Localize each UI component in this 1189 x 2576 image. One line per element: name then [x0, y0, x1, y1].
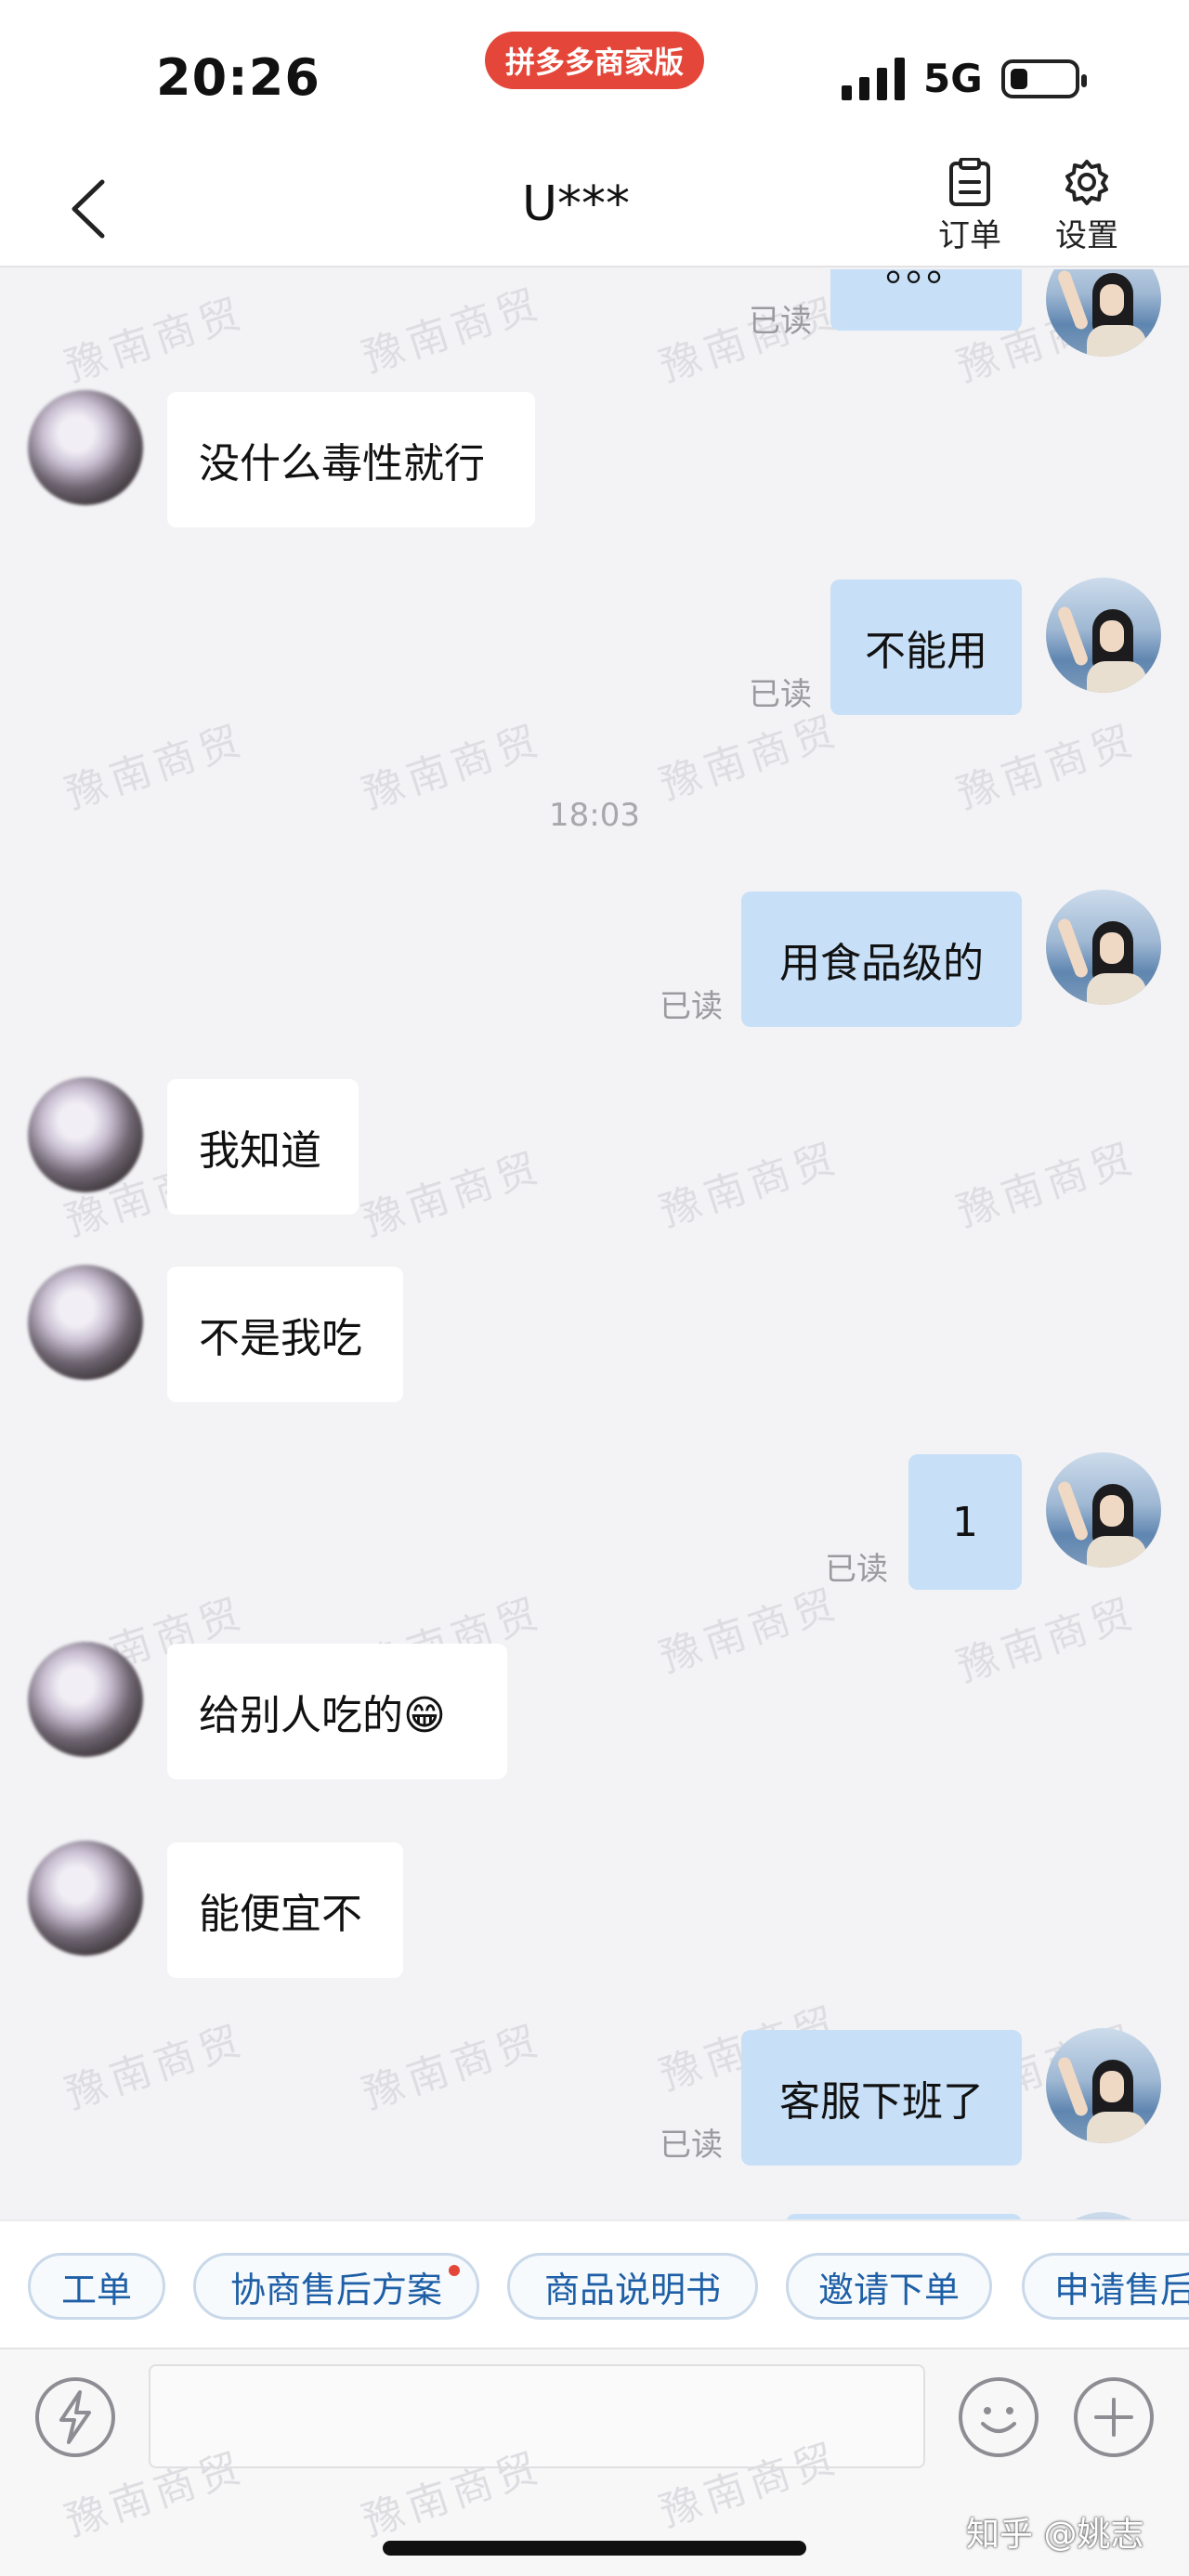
message-bubble-incoming[interactable]: 我知道	[167, 1079, 359, 1215]
chip-label: 商品说明书	[543, 2269, 721, 2310]
smiley-icon	[981, 2407, 1016, 2433]
message-bubble-outgoing[interactable]: 用食品级的	[741, 891, 1022, 1027]
message-bubble-incoming[interactable]: 不是我吃	[167, 1267, 403, 1402]
read-receipt: 已读	[660, 988, 723, 1025]
chat-screen: 20:26 拼多多商家版 5G U*** 订单 设置 豫南商贸 豫南商贸 豫南商…	[0, 0, 1189, 2576]
emoji-button[interactable]	[959, 2377, 1039, 2457]
time-divider: 18:03	[549, 797, 640, 834]
read-receipt: 已读	[660, 2127, 723, 2164]
chip-apply-aftersale[interactable]: 申请售后	[1022, 2253, 1189, 2320]
customer-avatar[interactable]	[28, 1642, 143, 1757]
chip-negotiate-aftersale[interactable]: 协商售后方案	[193, 2253, 479, 2320]
order-button[interactable]: 订单	[925, 158, 1014, 255]
watermark: 豫南商贸	[654, 1134, 846, 1237]
seller-avatar[interactable]	[1046, 2028, 1161, 2143]
watermark: 豫南商贸	[357, 2016, 549, 2119]
shortcut-bar: 工单 协商售后方案 商品说明书 邀请下单 申请售后	[0, 2219, 1189, 2348]
chip-label: 协商售后方案	[229, 2269, 442, 2310]
message-list[interactable]: 豫南商贸 豫南商贸 豫南商贸 豫南商贸 豫南商贸 豫南商贸 豫南商贸 豫南商贸 …	[0, 269, 1189, 2219]
order-label: 订单	[938, 217, 1001, 254]
message-bubble-outgoing[interactable]: 1	[908, 1454, 1022, 1590]
chip-product-manual[interactable]: 商品说明书	[507, 2253, 758, 2320]
order-icon	[949, 158, 990, 206]
chip-invite-order[interactable]: 邀请下单	[786, 2253, 992, 2320]
network-label: 5G	[923, 56, 983, 101]
app-badge: 拼多多商家版	[485, 32, 704, 89]
read-receipt: 已读	[825, 1551, 888, 1588]
watermark: 豫南商贸	[357, 1143, 549, 1246]
watermark: 豫南商贸	[654, 1580, 846, 1683]
chip-label: 申请售后	[1054, 2269, 1189, 2310]
message-bubble-incoming[interactable]: 能便宜不	[167, 1842, 403, 1978]
watermark: 豫南商贸	[951, 1134, 1143, 1237]
customer-avatar[interactable]	[28, 1841, 143, 1956]
top-bar: 20:26 拼多多商家版 5G U*** 订单 设置	[0, 0, 1189, 267]
message-bubble-incoming[interactable]: 给别人吃的😁	[167, 1644, 507, 1779]
lightning-icon	[59, 2390, 91, 2444]
signal-icon	[842, 58, 905, 100]
watermark: 豫南商贸	[357, 280, 549, 383]
read-receipt: 已读	[749, 676, 812, 713]
customer-avatar[interactable]	[28, 390, 143, 505]
chip-work-order[interactable]: 工单	[28, 2253, 165, 2320]
plus-icon	[1094, 2398, 1133, 2437]
more-options-button[interactable]	[1074, 2377, 1154, 2457]
seller-avatar[interactable]	[1046, 1452, 1161, 1568]
message-bubble-outgoing[interactable]: 客服下班了	[741, 2030, 1022, 2166]
settings-button[interactable]: 设置	[1042, 158, 1131, 255]
seller-avatar[interactable]	[1046, 2212, 1161, 2219]
battery-icon	[1001, 59, 1087, 98]
home-indicator[interactable]	[383, 2541, 806, 2556]
notification-dot	[449, 2265, 460, 2276]
gear-icon	[1065, 160, 1108, 205]
seller-avatar[interactable]	[1046, 578, 1161, 693]
message-bubble-incoming[interactable]: 没什么毒性就行	[167, 392, 535, 527]
chip-label: 工单	[60, 2269, 132, 2310]
watermark: 豫南商贸	[654, 707, 846, 810]
seller-avatar[interactable]	[1046, 890, 1161, 1005]
read-receipt: 已读	[749, 303, 812, 340]
quick-reply-button[interactable]	[35, 2377, 115, 2457]
message-bubble-outgoing[interactable]: 不能用	[830, 579, 1022, 715]
message-bubble-outgoing[interactable]: 。。。	[830, 269, 1022, 331]
customer-avatar[interactable]	[28, 1265, 143, 1380]
seller-avatar[interactable]	[1046, 269, 1161, 357]
status-time: 20:26	[156, 48, 320, 107]
watermark: 豫南商贸	[951, 1589, 1143, 1692]
watermark: 豫南商贸	[59, 289, 252, 392]
settings-label: 设置	[1055, 217, 1118, 254]
source-credit: 知乎 @姚志	[966, 2516, 1144, 2554]
message-input[interactable]	[149, 2364, 925, 2468]
watermark: 豫南商贸	[59, 2016, 252, 2119]
chip-label: 邀请下单	[817, 2269, 960, 2310]
customer-avatar[interactable]	[28, 1077, 143, 1192]
